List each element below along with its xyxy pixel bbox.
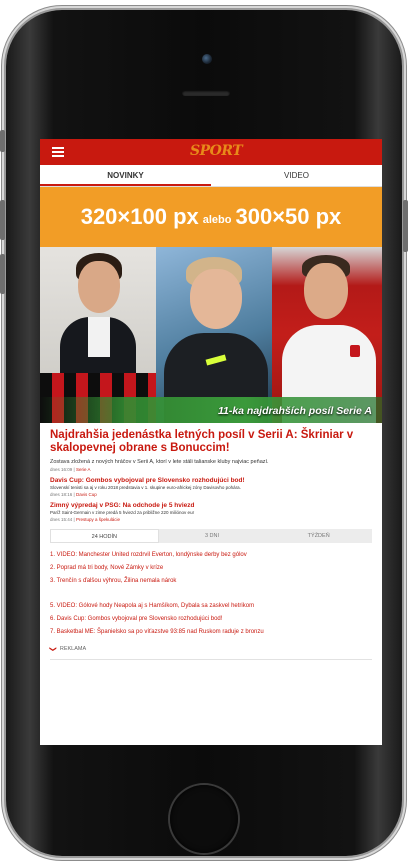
front-camera [202, 54, 212, 64]
section-tabs: NOVINKY VIDEO [40, 165, 382, 187]
tab-video[interactable]: VIDEO [211, 165, 382, 186]
volume-up-button [0, 200, 5, 240]
tab-3-dni[interactable]: 3 DNI [159, 529, 266, 543]
tab-tyzden[interactable]: TÝŽDEŇ [265, 529, 372, 543]
top-articles-list: 1. VIDEO: Manchester United rozdrvil Eve… [50, 549, 372, 639]
sub-article-meta-2: dnes 15:44 | Prestupy a špekulácie [50, 517, 120, 522]
list-item[interactable]: 2. Poprad má tri body, Nové Zámky v kríz… [50, 562, 372, 575]
list-item[interactable]: 5. VIDEO: Gólové hody Neapola aj s Hamší… [50, 600, 372, 613]
main-meta: dnes 16:09 | Serie A [50, 467, 91, 472]
chevron-down-icon: ❯ [48, 646, 56, 652]
sub-article-time-1: dnes 18:16 [50, 492, 73, 497]
sub-article-meta-1: dnes 18:16 | Davis Cup [50, 492, 97, 497]
list-item[interactable]: 3. Trenčín s ďalšou výhrou, Žilina nemal… [50, 575, 372, 588]
hero-caption: 11-ka najdrahších posíl Serie A [217, 405, 372, 417]
sub-article-title-1[interactable]: Davis Cup: Gombos vybojoval pre Slovensk… [50, 476, 372, 485]
mute-switch [0, 130, 5, 152]
ad-label: ❯ REKLAMA [48, 645, 372, 653]
divider [50, 659, 372, 660]
list-item[interactable]: 7. Basketbal ME: Španielsko sa po víťazs… [50, 626, 372, 639]
main-tag[interactable]: Serie A [76, 467, 91, 472]
power-button [403, 200, 408, 252]
home-button[interactable] [170, 785, 238, 853]
content-area: Najdrahšia jedenástka letných posíl v Se… [40, 423, 382, 660]
main-time: dnes 16:09 [50, 467, 73, 472]
volume-down-button [0, 254, 5, 294]
period-tabs: 24 HODÍN 3 DNI TÝŽDEŇ [50, 529, 372, 543]
sub-article-tag-2[interactable]: Prestupy a špekulácie [76, 517, 120, 522]
sub-article-tag-1[interactable]: Davis Cup [76, 492, 97, 497]
main-lead: Zostava zložená z nových hráčov v Serii … [50, 459, 269, 465]
ad-conjunction: alebo [202, 214, 232, 226]
list-item[interactable]: 6. Davis Cup: Gombos vybojoval pre Slove… [50, 613, 372, 626]
ad-size-small: 300×50 px [235, 204, 342, 229]
ad-size-large: 320×100 px [80, 204, 199, 229]
top-bar: SPORT [40, 139, 382, 165]
site-logo[interactable]: SPORT [190, 143, 243, 159]
main-headline[interactable]: Najdrahšia jedenástka letných posíl v Se… [50, 429, 372, 455]
phone-screen: SPORT NOVINKY VIDEO 320×100 px alebo 300… [40, 139, 382, 745]
menu-icon[interactable] [52, 147, 64, 157]
sub-article-title-2[interactable]: Zimný výpredaj v PSG: Na odchode je 5 hv… [50, 501, 372, 510]
tab-novinky[interactable]: NOVINKY [40, 165, 211, 186]
hero-image[interactable]: 11-ka najdrahších posíl Serie A [40, 247, 382, 423]
tab-24-hodin[interactable]: 24 HODÍN [50, 529, 159, 543]
list-item[interactable]: 1. VIDEO: Manchester United rozdrvil Eve… [50, 549, 372, 562]
reklama-text: REKLAMA [59, 646, 87, 652]
sub-article-time-2: dnes 15:44 [50, 517, 73, 522]
earpiece-speaker [182, 90, 230, 96]
ad-banner[interactable]: 320×100 px alebo 300×50 px [40, 187, 382, 247]
